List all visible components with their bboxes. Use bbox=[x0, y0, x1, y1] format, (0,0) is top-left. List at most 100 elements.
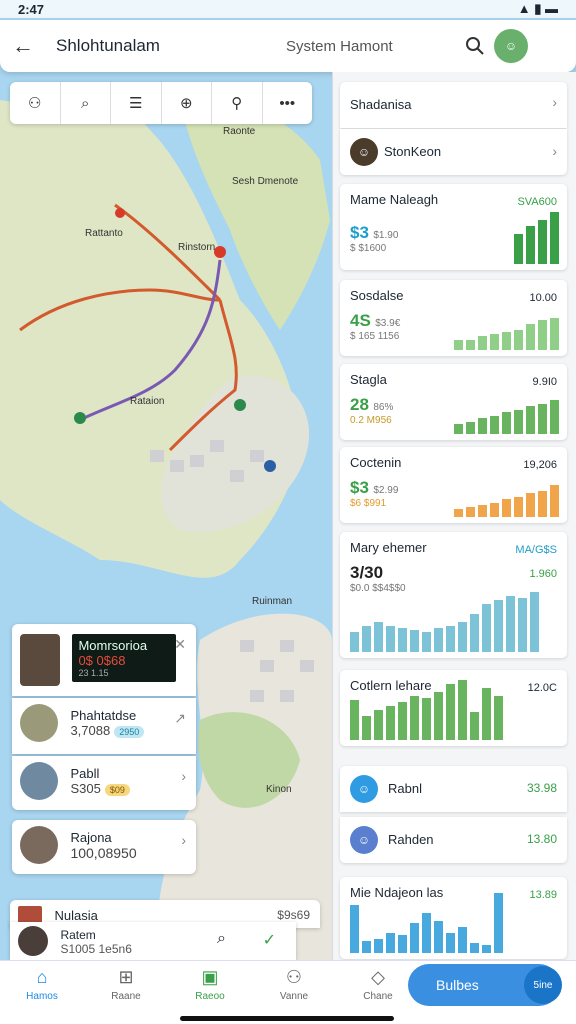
chart-bar bbox=[374, 939, 383, 953]
avatar[interactable]: ☺ bbox=[494, 29, 528, 63]
map-toolbar: ⚇ ⌕ ☰ ⊕ ⚲ ••• bbox=[10, 82, 312, 124]
stat-big: $3 bbox=[350, 223, 369, 242]
tool-bear-icon[interactable]: ⚇ bbox=[10, 82, 61, 124]
search-icon[interactable] bbox=[456, 36, 494, 56]
back-arrow-icon[interactable]: ← bbox=[12, 33, 38, 59]
item-sub: 23 1.15 bbox=[78, 668, 109, 678]
tool-search-icon[interactable]: ⌕ bbox=[61, 82, 111, 124]
stat-card[interactable]: Mame Naleagh SVA600 $3 $1.90 $ $1600 bbox=[340, 184, 567, 270]
chart-bar bbox=[410, 923, 419, 953]
stat-card[interactable]: Cotlern lehare 12.0C bbox=[340, 670, 567, 746]
list-item[interactable]: Ratem S1005 1e5n6 ⌕ ✓ bbox=[10, 922, 296, 960]
nav-label: Raane bbox=[111, 991, 141, 1002]
home-indicator bbox=[180, 1016, 394, 1021]
chart-bar bbox=[398, 628, 407, 652]
map-label: Kinon bbox=[266, 784, 292, 795]
home-icon: ⌂ bbox=[36, 967, 48, 987]
list-item[interactable]: Pabll S305 $09 › bbox=[12, 756, 196, 810]
stat-bars bbox=[454, 485, 559, 517]
item-chip: 2950 bbox=[114, 726, 145, 738]
thumbnail bbox=[18, 926, 48, 956]
profile-icon: ⚇ bbox=[285, 967, 303, 987]
panel-user[interactable]: ☺ StonKeon › bbox=[340, 129, 567, 175]
side-panel: Shadanisa › ☺ StonKeon › Mame Naleagh SV… bbox=[332, 72, 576, 962]
map-label: Rattanto bbox=[85, 228, 123, 239]
chart-bar bbox=[458, 680, 467, 740]
chart-bar bbox=[470, 943, 479, 953]
chart-bar bbox=[514, 497, 523, 517]
chevron-right-icon[interactable]: › bbox=[181, 768, 186, 784]
stat-big-sub: $3.9€ bbox=[375, 318, 401, 329]
stat-card[interactable]: Sosdalse 10.00 4S $3.9€ $ 165 1156 bbox=[340, 280, 567, 356]
tool-shield-icon[interactable]: ⊕ bbox=[162, 82, 212, 124]
stat-card[interactable]: Stagla 9.9I0 28 86% 0.2 M956 bbox=[340, 364, 567, 440]
chart-bar bbox=[526, 406, 535, 434]
stat-bars bbox=[350, 680, 559, 740]
nav-item[interactable]: ▣ Raeoo bbox=[168, 967, 252, 1002]
close-icon[interactable]: ✕ bbox=[174, 636, 186, 653]
share-icon[interactable]: ↗ bbox=[174, 710, 186, 727]
item-name: Phahtatdse bbox=[70, 708, 137, 723]
nav-item[interactable]: ⊞ Raane bbox=[84, 967, 168, 1002]
more-icon[interactable]: ••• bbox=[263, 82, 313, 124]
stat-card[interactable]: Mie Ndajeon las 13.89 bbox=[340, 877, 567, 959]
list-item[interactable]: Phahtatdse 3,7088 2950 ↗ bbox=[12, 698, 196, 754]
nav-home[interactable]: ⌂ Hamos bbox=[0, 967, 84, 1002]
chart-bar bbox=[526, 493, 535, 517]
chart-bar bbox=[434, 628, 443, 652]
chart-bar bbox=[502, 332, 511, 350]
row-name: Rabnl bbox=[388, 781, 422, 796]
stat-big-sub: $1.90 bbox=[373, 230, 399, 241]
chart-bar bbox=[538, 491, 547, 517]
primary-action-button[interactable]: Bulbes 5ine bbox=[408, 964, 562, 1006]
chart-bar bbox=[526, 324, 535, 350]
chart-bar bbox=[410, 630, 419, 652]
chart-bar bbox=[538, 220, 547, 264]
check-icon[interactable]: ✓ bbox=[263, 930, 276, 950]
stat-card[interactable]: Mary ehemer MA/G$S 3/30 1.960 $0.0 $$4$$… bbox=[340, 532, 567, 658]
list-row[interactable]: ☺ Rabnl 33.98 bbox=[340, 766, 567, 812]
chart-bar bbox=[482, 945, 491, 953]
app-header: ← Shlohtunalam System Hamont ☺ bbox=[0, 20, 576, 72]
stat-card[interactable]: Coctenin 19,206 $3 $2.99 $6 $991 bbox=[340, 447, 567, 523]
thumbnail bbox=[20, 634, 60, 686]
item-number: 100,08950 bbox=[70, 844, 137, 861]
stat-title: Sosdalse bbox=[350, 288, 404, 303]
chart-bar bbox=[518, 598, 527, 652]
item-name: Rajona bbox=[70, 829, 112, 845]
chart-bar bbox=[478, 418, 487, 434]
chevron-right-icon: › bbox=[552, 143, 557, 159]
stat-bars bbox=[514, 212, 559, 264]
stat-value: 9.9I0 bbox=[532, 376, 557, 388]
nav-label: Raeoo bbox=[195, 991, 225, 1002]
tool-list-icon[interactable]: ☰ bbox=[111, 82, 162, 124]
status-icons: ▲ ▮ ▬ bbox=[517, 1, 558, 16]
chart-bar bbox=[374, 710, 383, 740]
chart-bar bbox=[494, 600, 503, 652]
chart-bar bbox=[350, 905, 359, 953]
panel-header[interactable]: Shadanisa › bbox=[340, 82, 567, 128]
chart-bar bbox=[502, 499, 511, 517]
list-row[interactable]: ☺ Rahden 13.80 bbox=[340, 817, 567, 863]
chart-bar bbox=[398, 702, 407, 740]
chart-bar bbox=[550, 485, 559, 517]
chart-bar bbox=[470, 712, 479, 740]
chart-bar bbox=[350, 700, 359, 740]
chart-bar bbox=[362, 716, 371, 740]
stat-bars bbox=[454, 400, 559, 434]
chart-bar bbox=[538, 404, 547, 434]
grid-icon: ⊞ bbox=[118, 967, 134, 987]
user-name: StonKeon bbox=[384, 144, 442, 159]
chart-bar bbox=[350, 632, 359, 652]
chevron-right-icon[interactable]: › bbox=[181, 832, 186, 848]
nav-item[interactable]: ⚇ Vanne bbox=[252, 967, 336, 1002]
list-item[interactable]: Rajona 100,08950 › bbox=[12, 820, 196, 874]
list-item[interactable]: Momrsorioa 0$ 0$68 23 1.15 ✕ bbox=[12, 624, 196, 696]
search-icon[interactable]: ⌕ bbox=[217, 930, 226, 948]
user-icon: ☺ bbox=[350, 775, 378, 803]
chart-bar bbox=[454, 340, 463, 350]
chart-bar bbox=[490, 334, 499, 350]
tool-pin-icon[interactable]: ⚲ bbox=[212, 82, 263, 124]
map-label: Sesh Dmenote bbox=[232, 176, 299, 187]
chart-bar bbox=[530, 592, 539, 652]
